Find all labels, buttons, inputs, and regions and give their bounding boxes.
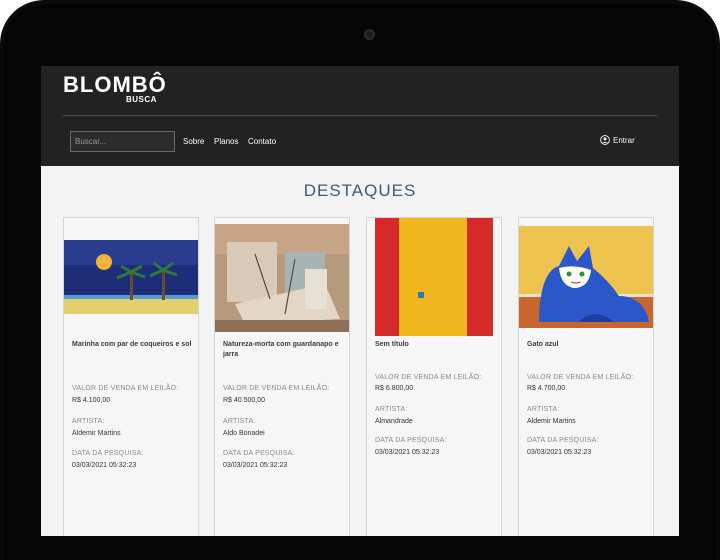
logo[interactable]: BLOMBÔ BUSCA (63, 72, 167, 105)
artwork-card[interactable]: Natureza-morta com guardanapo e jarra VA… (214, 217, 350, 536)
artwork-image (375, 218, 493, 336)
nav-link-planos[interactable]: Planos (214, 137, 238, 146)
artwork-image (215, 224, 349, 332)
date-label: DATA DA PESQUISA: (527, 437, 599, 444)
price-value: R$ 40.500,00 (223, 397, 266, 404)
date-value: 03/03/2021 05:32:23 (527, 449, 592, 456)
artwork-card[interactable]: Marinha com par de coqueiros e sol VALOR… (63, 217, 199, 536)
login-button[interactable]: Entrar (600, 135, 635, 145)
section-title: DESTAQUES (303, 181, 417, 200)
search-input[interactable] (70, 131, 175, 152)
artwork-image (64, 240, 198, 314)
date-label: DATA DA PESQUISA: (72, 450, 144, 457)
header-divider (63, 115, 657, 116)
price-value: R$ 6.800,00 (375, 385, 414, 392)
logo-text: BLOMBÔ (63, 72, 167, 97)
logo-subtitle: BUSCA (126, 95, 157, 104)
artwork-card[interactable]: Gato azul VALOR DE VENDA EM LEILÃO: R$ 4… (518, 217, 654, 536)
site-header: BLOMBÔ BUSCA Sobre Planos Contato Entrar (41, 66, 679, 166)
date-value: 03/03/2021 05:32:23 (375, 449, 440, 456)
price-label: VALOR DE VENDA EM LEILÃO: (223, 385, 330, 392)
card-title: Natureza-morta com guardanapo e jarra (223, 341, 339, 358)
camera-icon (364, 29, 375, 40)
artist-value: Almandrade (375, 418, 413, 425)
price-label: VALOR DE VENDA EM LEILÃO: (527, 374, 634, 381)
price-label: VALOR DE VENDA EM LEILÃO: (72, 385, 179, 392)
date-value: 03/03/2021 05:32:23 (223, 462, 288, 469)
user-icon (600, 135, 610, 145)
artist-label: ARTISTA: (527, 406, 560, 413)
date-value: 03/03/2021 05:32:23 (72, 462, 137, 469)
login-label: Entrar (613, 135, 635, 145)
price-value: R$ 4.700,00 (527, 385, 566, 392)
artwork-card[interactable]: Sem título VALOR DE VENDA EM LEILÃO: R$ … (366, 217, 502, 536)
date-label: DATA DA PESQUISA: (223, 450, 295, 457)
artist-label: ARTISTA: (223, 418, 256, 425)
artist-value: Aldo Bonadei (223, 430, 265, 437)
screen: BLOMBÔ BUSCA Sobre Planos Contato Entrar… (41, 66, 679, 536)
card-title: Marinha com par de coqueiros e sol (72, 341, 192, 348)
card-title: Gato azul (527, 341, 559, 348)
price-value: R$ 4.100,00 (72, 397, 111, 404)
nav-link-contato[interactable]: Contato (248, 137, 276, 146)
card-title: Sem título (375, 341, 409, 348)
artist-value: Aldemir Martins (527, 418, 576, 425)
tablet-frame: BLOMBÔ BUSCA Sobre Planos Contato Entrar… (0, 0, 720, 560)
artist-label: ARTISTA: (72, 418, 105, 425)
artist-value: Aldemir Martins (72, 430, 121, 437)
artwork-image (519, 226, 653, 328)
artist-label: ARTISTA: (375, 406, 408, 413)
date-label: DATA DA PESQUISA: (375, 437, 447, 444)
price-label: VALOR DE VENDA EM LEILÃO: (375, 374, 482, 381)
nav-link-sobre[interactable]: Sobre (183, 137, 204, 146)
